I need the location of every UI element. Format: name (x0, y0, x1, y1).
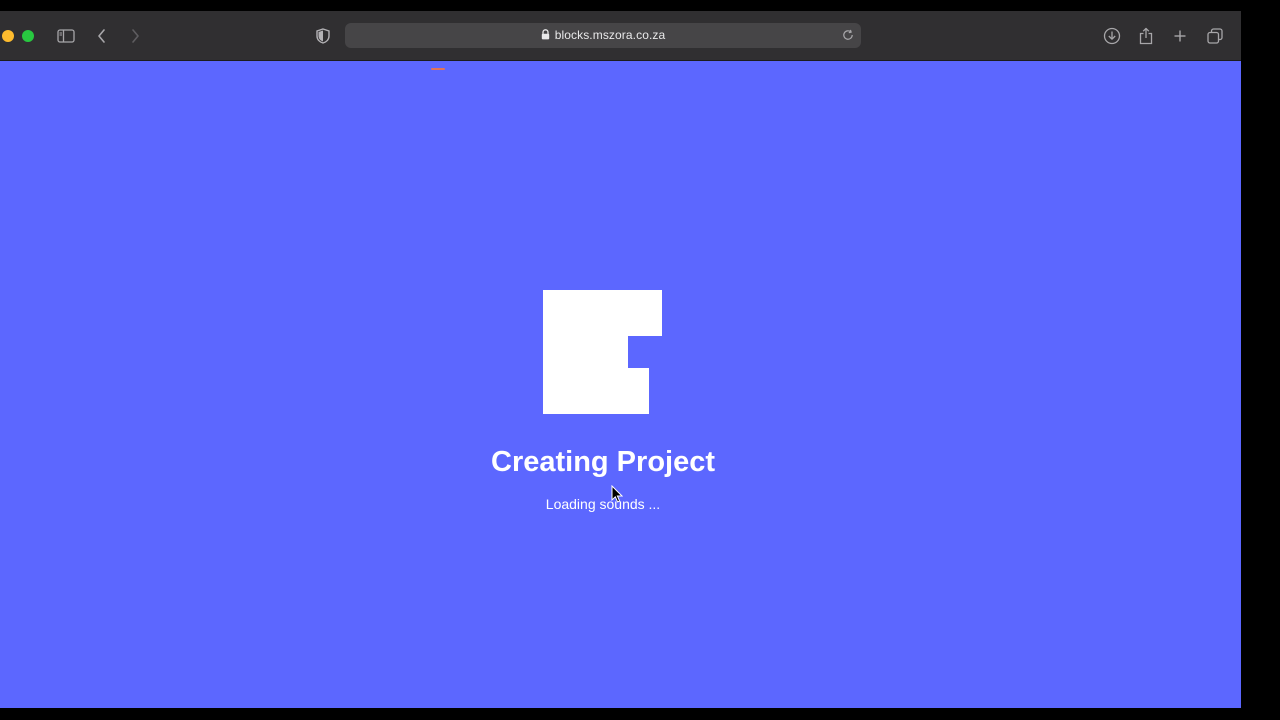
plus-icon[interactable] (1168, 24, 1192, 48)
tabs-icon[interactable] (1203, 24, 1227, 48)
resize-grip-icon[interactable] (1234, 701, 1240, 707)
address-bar[interactable]: blocks.mszora.co.za (345, 23, 861, 48)
browser-window: blocks.mszora.co.za Creating Project Loa… (0, 11, 1241, 708)
loading-status: Loading sounds ... (545, 496, 661, 512)
sidebar-icon[interactable] (54, 24, 78, 48)
share-icon[interactable] (1134, 24, 1158, 48)
loading-logo (543, 290, 662, 414)
chevron-left-icon[interactable] (90, 24, 114, 48)
chevron-right-icon[interactable] (123, 24, 147, 48)
shield-icon[interactable] (311, 24, 335, 48)
url-text: blocks.mszora.co.za (554, 28, 666, 42)
zoom-button[interactable] (22, 30, 34, 42)
download-icon[interactable] (1100, 24, 1124, 48)
screen: blocks.mszora.co.za Creating Project Loa… (0, 0, 1280, 720)
reload-icon[interactable] (841, 28, 855, 42)
page-load-progress (431, 68, 445, 70)
minimize-button[interactable] (2, 30, 14, 42)
lock-icon (541, 27, 550, 45)
loading-title: Creating Project (491, 446, 715, 478)
browser-toolbar: blocks.mszora.co.za (0, 11, 1241, 61)
mouse-cursor-icon (611, 484, 624, 504)
